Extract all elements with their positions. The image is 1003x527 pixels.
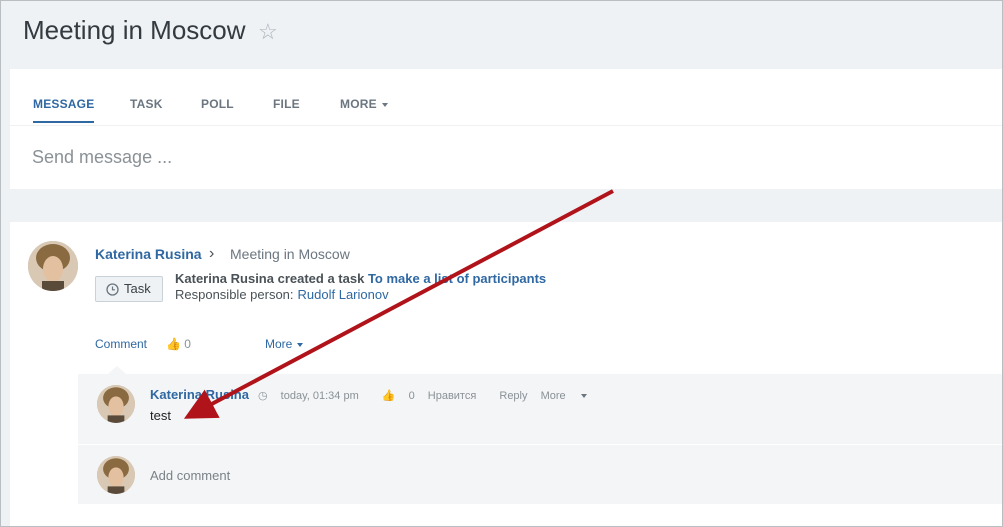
responsible-person-link[interactable]: Rudolf Larionov [298, 287, 389, 302]
chevron-right-icon: › [209, 245, 215, 262]
comment-more-button[interactable]: More [541, 390, 597, 402]
clock-icon: ◷ [258, 390, 268, 402]
avatar[interactable] [28, 241, 78, 291]
thumbs-up-icon: 👍 [381, 390, 396, 402]
comment-like-button[interactable]: 👍 0 Нравится [382, 390, 487, 402]
comment-button[interactable]: Comment [95, 337, 147, 351]
comment-like-count: 0 [408, 390, 415, 402]
window: Meeting in Moscow ☆ MESSAGE TASK POLL FI… [0, 0, 1003, 527]
feed-post: Katerina Rusina › Meeting in Moscow Task… [10, 222, 1002, 526]
task-description-prefix: Katerina Rusina created a task [175, 271, 365, 286]
comment-time-text: today, 01:34 pm [280, 390, 359, 402]
like-count: 0 [184, 337, 191, 351]
page-title: Meeting in Moscow [23, 15, 246, 45]
comment-time[interactable]: ◷ today, 01:34 pm [258, 390, 369, 402]
chevron-down-icon [297, 342, 304, 347]
task-badge-label: Task [124, 281, 151, 296]
tab-file[interactable]: FILE [273, 97, 300, 111]
composer-panel: MESSAGE TASK POLL FILE MORE Send message… [10, 69, 1002, 189]
comment-meta: ◷ today, 01:34 pm 👍 0 Нравится Reply Mor… [258, 389, 607, 402]
divider [78, 444, 1002, 445]
post-author[interactable]: Katerina Rusina [95, 246, 202, 262]
comments-pointer [108, 366, 126, 374]
post-destination[interactable]: Meeting in Moscow [230, 246, 350, 262]
chevron-down-icon [580, 394, 587, 399]
clock-icon [106, 283, 119, 301]
avatar [97, 456, 135, 494]
thumbs-up-icon: 👍 [166, 337, 181, 351]
chevron-down-icon [381, 102, 388, 107]
task-description: Katerina Rusina created a task To make a… [175, 271, 546, 286]
star-icon[interactable]: ☆ [258, 19, 278, 45]
avatar[interactable] [97, 385, 135, 423]
post-more-label: More [265, 337, 293, 351]
comment-more-label: More [540, 390, 566, 402]
tab-poll[interactable]: POLL [201, 97, 234, 111]
add-comment-input[interactable]: Add comment [150, 468, 230, 483]
message-input[interactable]: Send message ... [32, 147, 172, 168]
tab-more[interactable]: MORE [340, 97, 388, 111]
post-more-button[interactable]: More [265, 337, 304, 351]
task-badge: Task [95, 276, 163, 302]
responsible-label: Responsible person: [175, 287, 294, 302]
comment-text: test [150, 408, 171, 423]
comment-like-label: Нравится [427, 390, 477, 402]
tab-message[interactable]: MESSAGE [33, 97, 95, 123]
comments-section: Katerina Rusina ◷ today, 01:34 pm 👍 0 Нр… [78, 374, 1002, 504]
task-link[interactable]: To make a list of participants [368, 271, 546, 286]
comment-author[interactable]: Katerina Rusina [150, 387, 249, 402]
responsible-line: Responsible person: Rudolf Larionov [175, 287, 389, 302]
reply-button[interactable]: Reply [499, 390, 527, 402]
tab-more-label: MORE [340, 97, 377, 111]
like-button[interactable]: 👍 0 [166, 337, 191, 351]
tab-task[interactable]: TASK [130, 97, 163, 111]
composer-tabs: MESSAGE TASK POLL FILE MORE [10, 69, 1002, 126]
